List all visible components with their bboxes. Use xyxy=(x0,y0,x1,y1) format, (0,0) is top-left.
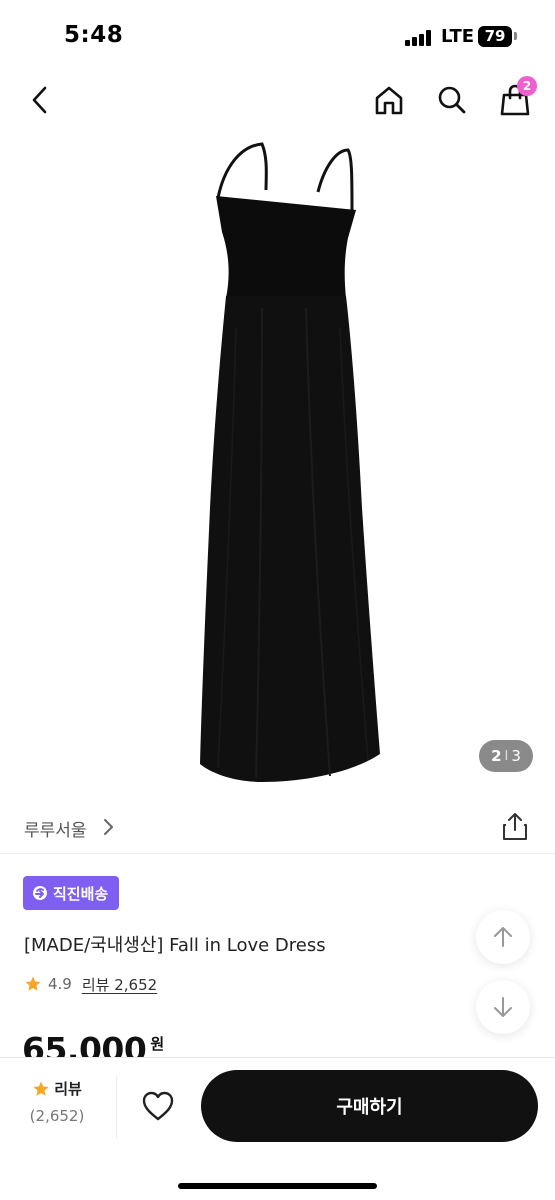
review-summary-count: (2,652) xyxy=(29,1107,85,1125)
review-summary-label: 리뷰 xyxy=(54,1080,82,1098)
share-icon xyxy=(503,813,527,840)
delivery-arrow-icon xyxy=(33,886,47,900)
delivery-badge-label: 직진배송 xyxy=(53,884,109,903)
signal-icon xyxy=(405,30,431,46)
brand-link[interactable]: 루루서울 xyxy=(24,816,87,841)
product-image[interactable] xyxy=(0,128,555,788)
arrow-up-icon xyxy=(494,927,512,947)
network-type: LTE xyxy=(441,26,475,47)
search-icon xyxy=(438,86,466,114)
home-button[interactable] xyxy=(367,78,411,122)
delivery-badge: 직진배송 xyxy=(23,876,120,910)
rating-row: 4.9 리뷰 2,652 xyxy=(24,973,157,995)
heart-icon xyxy=(142,1091,174,1121)
star-icon xyxy=(25,976,41,991)
status-bar: 5:48 LTE 79 xyxy=(0,0,555,72)
chevron-left-icon xyxy=(32,86,47,114)
brand-row: 루루서울 xyxy=(0,800,555,854)
back-button[interactable] xyxy=(18,78,62,122)
arrow-down-icon xyxy=(494,997,512,1017)
battery-tip xyxy=(514,32,517,40)
cart-button[interactable]: 2 xyxy=(493,76,537,122)
rating-score: 4.9 xyxy=(48,975,72,993)
buy-button[interactable]: 구매하기 xyxy=(201,1070,538,1142)
scroll-top-button[interactable] xyxy=(476,910,530,964)
review-link[interactable]: 리뷰 2,652 xyxy=(82,974,157,995)
review-summary-title: 리뷰 xyxy=(14,1078,100,1099)
bottom-action-bar: 리뷰 (2,652) 구매하기 xyxy=(0,1057,555,1200)
search-button[interactable] xyxy=(430,78,474,122)
status-time: 5:48 xyxy=(64,22,124,48)
home-indicator xyxy=(178,1183,377,1189)
product-title: [MADE/국내생산] Fall in Love Dress xyxy=(24,935,326,956)
review-summary[interactable]: 리뷰 (2,652) xyxy=(14,1078,100,1125)
nav-bar: 2 xyxy=(0,72,555,128)
image-counter-separator: I xyxy=(504,748,509,764)
star-icon xyxy=(33,1081,49,1096)
battery-icon: 79 xyxy=(478,26,512,47)
home-icon xyxy=(375,86,403,115)
divider xyxy=(116,1076,117,1138)
image-counter-total: 3 xyxy=(511,747,521,765)
image-counter: 2 I 3 xyxy=(479,740,533,772)
chevron-right-icon xyxy=(104,819,113,835)
image-counter-current: 2 xyxy=(491,747,502,765)
cart-count-badge: 2 xyxy=(517,76,537,96)
dress-image xyxy=(200,142,380,782)
share-button[interactable] xyxy=(500,812,530,842)
like-button[interactable] xyxy=(136,1084,180,1128)
scroll-bottom-button[interactable] xyxy=(476,980,530,1034)
price-unit: 원 xyxy=(150,1035,164,1053)
